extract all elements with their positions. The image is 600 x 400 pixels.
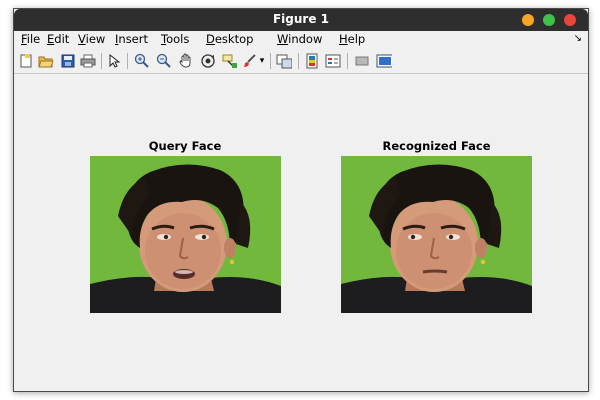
figure-canvas[interactable]: Query Face Recognized Face <box>14 74 588 391</box>
menu-help[interactable]: Help <box>339 32 365 46</box>
zoom-out-icon[interactable] <box>156 53 172 69</box>
link-plot-icon[interactable] <box>276 53 292 69</box>
query-face-title: Query Face <box>148 139 222 153</box>
legend-icon[interactable] <box>325 53 341 69</box>
menu-bar: File Edit View Insert Tools Desktop Wind… <box>14 31 588 49</box>
pointer-icon[interactable] <box>106 53 122 69</box>
menu-edit[interactable]: Edit <box>47 32 69 46</box>
toolbar-separator <box>101 53 102 69</box>
minimize-button[interactable] <box>522 14 534 26</box>
brush-dropdown-icon[interactable]: ▾ <box>258 53 266 69</box>
save-icon[interactable] <box>60 53 76 69</box>
menu-desktop[interactable]: Desktop <box>206 32 253 46</box>
recognized-face-title: Recognized Face <box>382 139 491 153</box>
toolbar-separator <box>298 53 299 69</box>
figure-toolbar: ▾ <box>14 49 588 74</box>
query-face-image <box>90 156 281 313</box>
toolbar-separator <box>127 53 128 69</box>
dock-arrow-icon[interactable]: ↘ <box>574 33 582 44</box>
recognized-face-image <box>341 156 532 313</box>
open-file-icon[interactable] <box>38 53 54 69</box>
menu-view[interactable]: View <box>78 32 105 46</box>
maximize-button[interactable] <box>543 14 555 26</box>
window-title: Figure 1 <box>272 12 330 26</box>
toolbar-separator <box>347 53 348 69</box>
close-button[interactable] <box>564 14 576 26</box>
pan-icon[interactable] <box>178 53 194 69</box>
title-bar[interactable]: Figure 1 <box>14 9 588 31</box>
menu-tools[interactable]: Tools <box>161 32 189 46</box>
menu-window[interactable]: Window <box>277 32 322 46</box>
rotate-3d-icon[interactable] <box>200 53 216 69</box>
brush-icon[interactable] <box>242 53 258 69</box>
hide-plot-tools-icon[interactable] <box>354 53 370 69</box>
zoom-in-icon[interactable] <box>134 53 150 69</box>
colorbar-icon[interactable] <box>304 53 320 69</box>
menu-insert[interactable]: Insert <box>115 32 148 46</box>
menu-file[interactable]: File <box>21 32 40 46</box>
figure-window: Figure 1 File Edit View Insert Tools Des… <box>13 8 589 392</box>
toolbar-separator <box>270 53 271 69</box>
print-icon[interactable] <box>80 53 96 69</box>
show-plot-tools-icon[interactable] <box>376 53 392 69</box>
new-figure-icon[interactable] <box>18 53 34 69</box>
data-cursor-icon[interactable] <box>222 53 238 69</box>
